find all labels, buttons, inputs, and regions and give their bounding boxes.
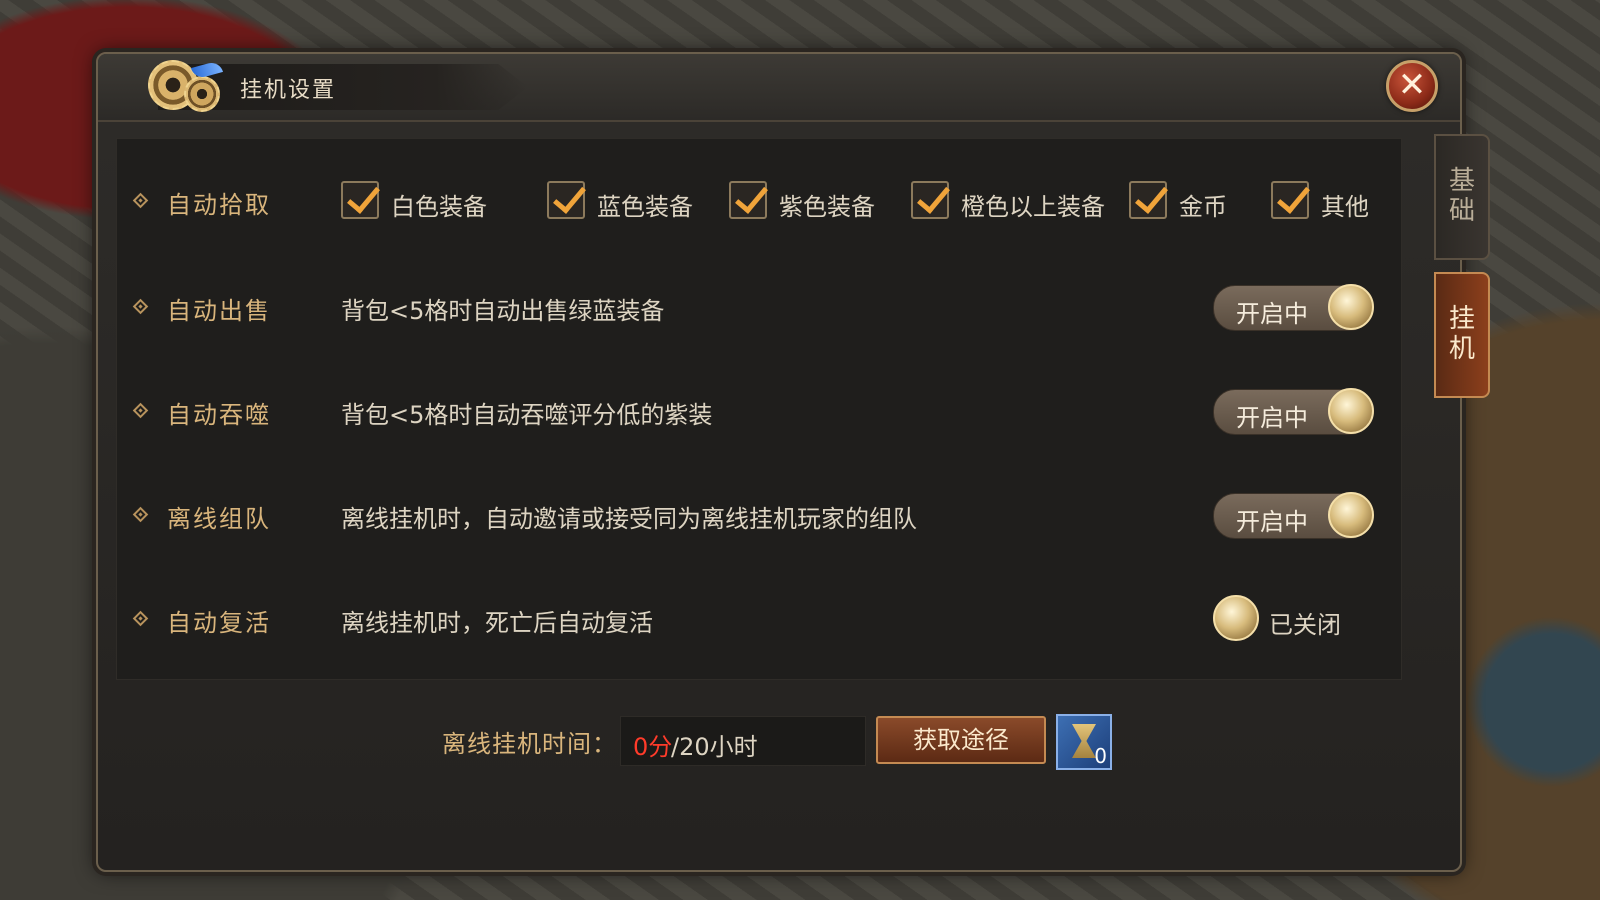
checkbox-label: 紫色装备 [779,193,875,221]
toggle-knob-icon [1213,595,1259,641]
get-way-button[interactable]: 获取途径 [876,716,1046,764]
row-label: 离线组队 [167,505,271,533]
tab-label: 挂机 [1449,304,1476,364]
diamond-bullet-icon [132,192,149,209]
auto-revive-row: 自动复活 离线挂机时，死亡后自动复活 已关闭 [117,589,1401,649]
title-bar: 挂机设置 ✕ [98,54,1460,122]
gear-icon [148,60,228,112]
offline-time-max: /20小时 [671,733,758,761]
checkbox-label: 蓝色装备 [597,193,693,221]
close-button[interactable]: ✕ [1386,60,1438,112]
auto-revive-toggle[interactable]: 已关闭 [1213,595,1369,641]
offline-time-display: 0分 /20小时 [620,716,866,766]
offline-time-label: 离线挂机时间： [442,730,617,758]
checkbox-label: 其他 [1321,193,1369,221]
row-label: 自动拾取 [167,191,271,219]
checkbox-white-equipment[interactable]: 白色装备 [341,181,531,221]
checkmark-icon [729,181,767,219]
row-description: 离线挂机时，自动邀请或接受同为离线挂机玩家的组队 [341,505,917,533]
checkbox-other[interactable]: 其他 [1271,181,1381,221]
offline-team-toggle[interactable]: 开启中 [1213,492,1374,539]
toggle-state: 开启中 [1236,300,1308,328]
row-description: 背包<5格时自动出售绿蓝装备 [341,297,665,325]
checkbox-orange-equipment[interactable]: 橙色以上装备 [911,181,1121,221]
tab-idle[interactable]: 挂机 [1434,272,1490,398]
dialog-title: 挂机设置 [240,78,337,103]
toggle-state: 已关闭 [1269,611,1341,639]
auto-devour-row: 自动吞噬 背包<5格时自动吞噬评分低的紫装 开启中 [117,381,1401,441]
checkmark-icon [911,181,949,219]
toggle-knob-icon [1328,388,1374,434]
auto-sell-row: 自动出售 背包<5格时自动出售绿蓝装备 开启中 [117,277,1401,337]
checkbox-blue-equipment[interactable]: 蓝色装备 [547,181,717,221]
item-count: 0 [1094,744,1107,768]
auto-sell-toggle[interactable]: 开启中 [1213,284,1374,331]
tab-basic[interactable]: 基础 [1434,134,1490,260]
checkbox-label: 橙色以上装备 [961,193,1105,221]
checkmark-icon [1129,181,1167,219]
auto-pickup-row: 自动拾取 白色装备 蓝色装备 紫色装备 橙色以上装备 金币 其他 [117,171,1401,231]
row-label: 自动出售 [167,297,271,325]
row-label: 自动吞噬 [167,401,271,429]
diamond-bullet-icon [132,298,149,315]
auto-devour-toggle[interactable]: 开启中 [1213,388,1374,435]
toggle-state: 开启中 [1236,404,1308,432]
checkbox-label: 金币 [1179,193,1227,221]
offline-time-current: 0分 [633,733,673,761]
tab-label: 基础 [1449,166,1476,226]
settings-list: 自动拾取 白色装备 蓝色装备 紫色装备 橙色以上装备 金币 其他 自动出售 背包… [116,138,1402,680]
checkmark-icon [341,181,379,219]
toggle-knob-icon [1328,284,1374,330]
hourglass-item-slot[interactable]: 0 [1056,714,1112,770]
offline-team-row: 离线组队 离线挂机时，自动邀请或接受同为离线挂机玩家的组队 开启中 [117,485,1401,545]
diamond-bullet-icon [132,506,149,523]
row-description: 背包<5格时自动吞噬评分低的紫装 [341,401,713,429]
checkbox-label: 白色装备 [391,193,487,221]
toggle-knob-icon [1328,492,1374,538]
checkbox-gold[interactable]: 金币 [1129,181,1239,221]
diamond-bullet-icon [132,610,149,627]
checkbox-purple-equipment[interactable]: 紫色装备 [729,181,899,221]
toggle-state: 开启中 [1236,508,1308,536]
diamond-bullet-icon [132,402,149,419]
checkmark-icon [1271,181,1309,219]
row-label: 自动复活 [167,609,271,637]
row-description: 离线挂机时，死亡后自动复活 [341,609,653,637]
idle-settings-dialog: 挂机设置 ✕ 自动拾取 白色装备 蓝色装备 紫色装备 橙色以上装备 金币 其他 … [96,52,1462,872]
hourglass-icon [1072,724,1096,758]
checkmark-icon [547,181,585,219]
